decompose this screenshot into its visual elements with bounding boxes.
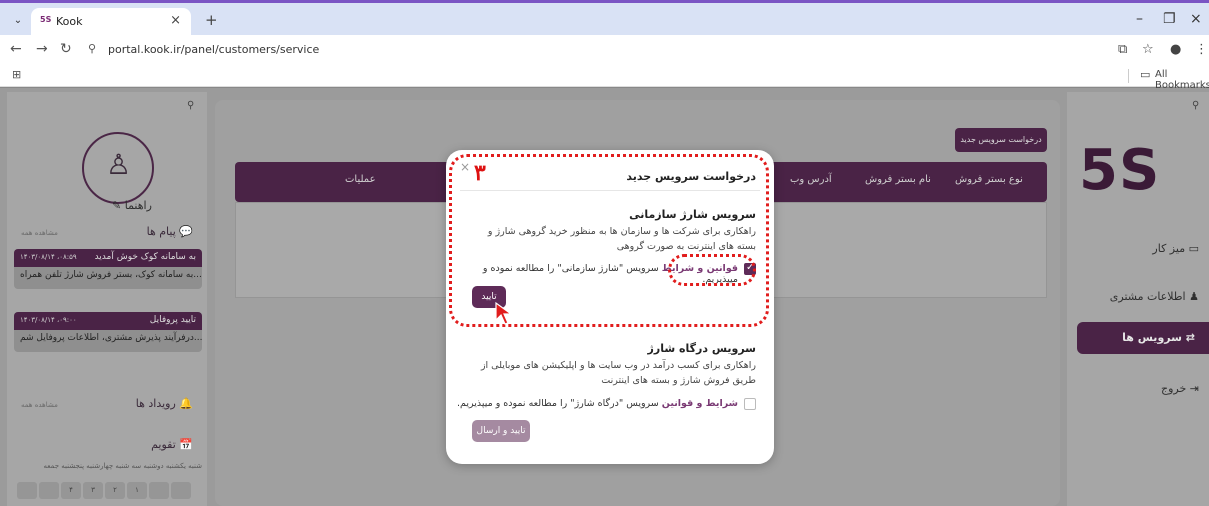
message-date: ۱۴۰۳/۰۸/۱۴ ،۰۸:۵۹ (20, 253, 77, 261)
pin-icon[interactable]: ⚲ (187, 100, 194, 111)
minimize-icon[interactable]: – (1136, 11, 1143, 27)
column-header: آدرس وب (790, 174, 832, 185)
avatar[interactable]: ♙ (82, 132, 154, 204)
calendar-day[interactable]: ۴ (61, 482, 81, 499)
calendar-day[interactable] (149, 482, 169, 499)
services-icon: ⇄ (1185, 331, 1195, 344)
calendar-day[interactable] (17, 482, 37, 499)
column-header: نوع بستر فروش (955, 174, 1023, 185)
service-gateway-agree: شرایط و قوانین سرویس "درگاه شارژ" را مطا… (457, 398, 738, 409)
column-header: نام بستر فروش (865, 174, 931, 185)
tab-title: Kook (56, 15, 83, 28)
events-view-all[interactable]: مشاهده همه (21, 401, 58, 409)
new-service-request-button[interactable]: درخواست سرویس جدید (955, 128, 1047, 152)
message-body: به سامانه کوک، بستر فروش شارژ تلفن همراه… (20, 270, 202, 280)
reload-icon[interactable]: ↻ (60, 41, 72, 57)
terms-link[interactable]: شرایط و قوانین (662, 398, 738, 409)
message-card[interactable]: ۱۴۰۳/۰۸/۱۴ ،۰۸:۵۹ به سامانه کوک خوش آمدی… (14, 249, 202, 289)
messages-view-all[interactable]: مشاهده همه (21, 229, 58, 237)
user-icon: ♙ (106, 148, 132, 181)
calendar-heading: تقویم 📅 (151, 438, 193, 451)
service-gateway-checkbox[interactable] (744, 398, 756, 410)
calendar-day[interactable] (39, 482, 59, 499)
favicon-icon: 5S (40, 15, 52, 24)
address-bar: ← → ↻ ⚲ portal.kook.ir/panel/customers/s… (0, 35, 1209, 65)
calendar-day[interactable]: ۱ (127, 482, 147, 499)
profile-icon[interactable]: ● (1170, 42, 1181, 57)
back-icon[interactable]: ← (10, 41, 22, 57)
guide-link[interactable]: ✎ راهنما (112, 199, 152, 212)
right-sidebar: ⚲ 5S میز کار ▭ اطلاعات مشتری ♟ سرویس ها … (1067, 92, 1209, 506)
logout-icon: ⇥ (1189, 382, 1199, 395)
bookmarks-bar: ⊞ ▭ All Bookmarks (0, 65, 1209, 91)
url-text: portal.kook.ir/panel/customers/service (108, 43, 320, 56)
calendar-day[interactable]: ۲ (105, 482, 125, 499)
calendar-day[interactable] (171, 482, 191, 499)
events-heading: رویداد ها 🔔 (135, 397, 193, 410)
calendar-weekdays: شنبه یکشنبه دوشنبه سه شنبه چهارشنبه پنجش… (43, 462, 202, 470)
tab-search-icon[interactable]: ⌄ (9, 12, 27, 30)
calendar-day[interactable]: ۳ (83, 482, 103, 499)
confirm-and-send-button[interactable]: تایید و ارسال (472, 420, 530, 442)
column-header: عملیات (345, 174, 376, 185)
user-icon: ♟ (1189, 290, 1199, 303)
new-tab-icon[interactable]: + (205, 11, 218, 29)
menu-logout[interactable]: خروج ⇥ (1161, 382, 1199, 395)
forward-icon[interactable]: → (36, 41, 48, 57)
desktop-icon: ▭ (1188, 242, 1199, 255)
browser-tab[interactable]: 5S Kook × (31, 8, 191, 35)
folder-icon[interactable]: ▭ (1140, 68, 1150, 81)
pin-icon[interactable]: ⚲ (1192, 100, 1199, 111)
menu-services[interactable]: سرویس ها ⇄ (1077, 322, 1209, 354)
messages-heading: پیام ها 💬 (146, 225, 193, 238)
site-info-icon[interactable]: ⚲ (88, 42, 96, 55)
pointer-cursor-icon (495, 301, 513, 325)
menu-kebab-icon[interactable]: ⋮ (1195, 42, 1208, 57)
message-body: درفرآیند پذیرش مشتری، اطلاعات پروفایل شم… (20, 333, 202, 343)
message-date: ۱۴۰۳/۰۸/۱۴ ،۰۹:۰۰ (20, 316, 77, 324)
bookmarks-divider (1128, 69, 1129, 83)
message-title: به سامانه کوک خوش آمدید (94, 252, 196, 262)
close-tab-icon[interactable]: × (170, 13, 181, 28)
step-number: ۳ (474, 160, 486, 186)
browser-tabstrip: ⌄ 5S Kook × + – ❐ × (0, 0, 1209, 35)
menu-dashboard[interactable]: میز کار ▭ (1152, 242, 1199, 255)
url-field[interactable]: ⚲ portal.kook.ir/panel/customers/service (80, 39, 1100, 61)
message-card[interactable]: ۱۴۰۳/۰۸/۱۴ ،۰۹:۰۰ تایید پروفایل درفرآیند… (14, 312, 202, 352)
message-title: تایید پروفایل (149, 315, 196, 325)
left-sidebar: ⚲ ♙ ✎ راهنما پیام ها 💬 مشاهده همه ۱۴۰۳/۰… (7, 92, 207, 506)
service-gateway-description: راهکاری برای کسب درآمد در وب سایت ها و ا… (480, 360, 756, 386)
window-close-icon[interactable]: × (1190, 11, 1202, 27)
kook-logo: 5S (1079, 138, 1159, 203)
cast-icon[interactable]: ⧉ (1118, 42, 1127, 57)
menu-customer-info[interactable]: اطلاعات مشتری ♟ (1110, 290, 1199, 303)
highlight-ring (668, 254, 756, 286)
maximize-icon[interactable]: ❐ (1163, 11, 1176, 27)
service-gateway-heading: سرویس درگاه شارژ (647, 342, 756, 355)
bookmark-star-icon[interactable]: ☆ (1142, 42, 1154, 57)
apps-grid-icon[interactable]: ⊞ (12, 68, 21, 81)
